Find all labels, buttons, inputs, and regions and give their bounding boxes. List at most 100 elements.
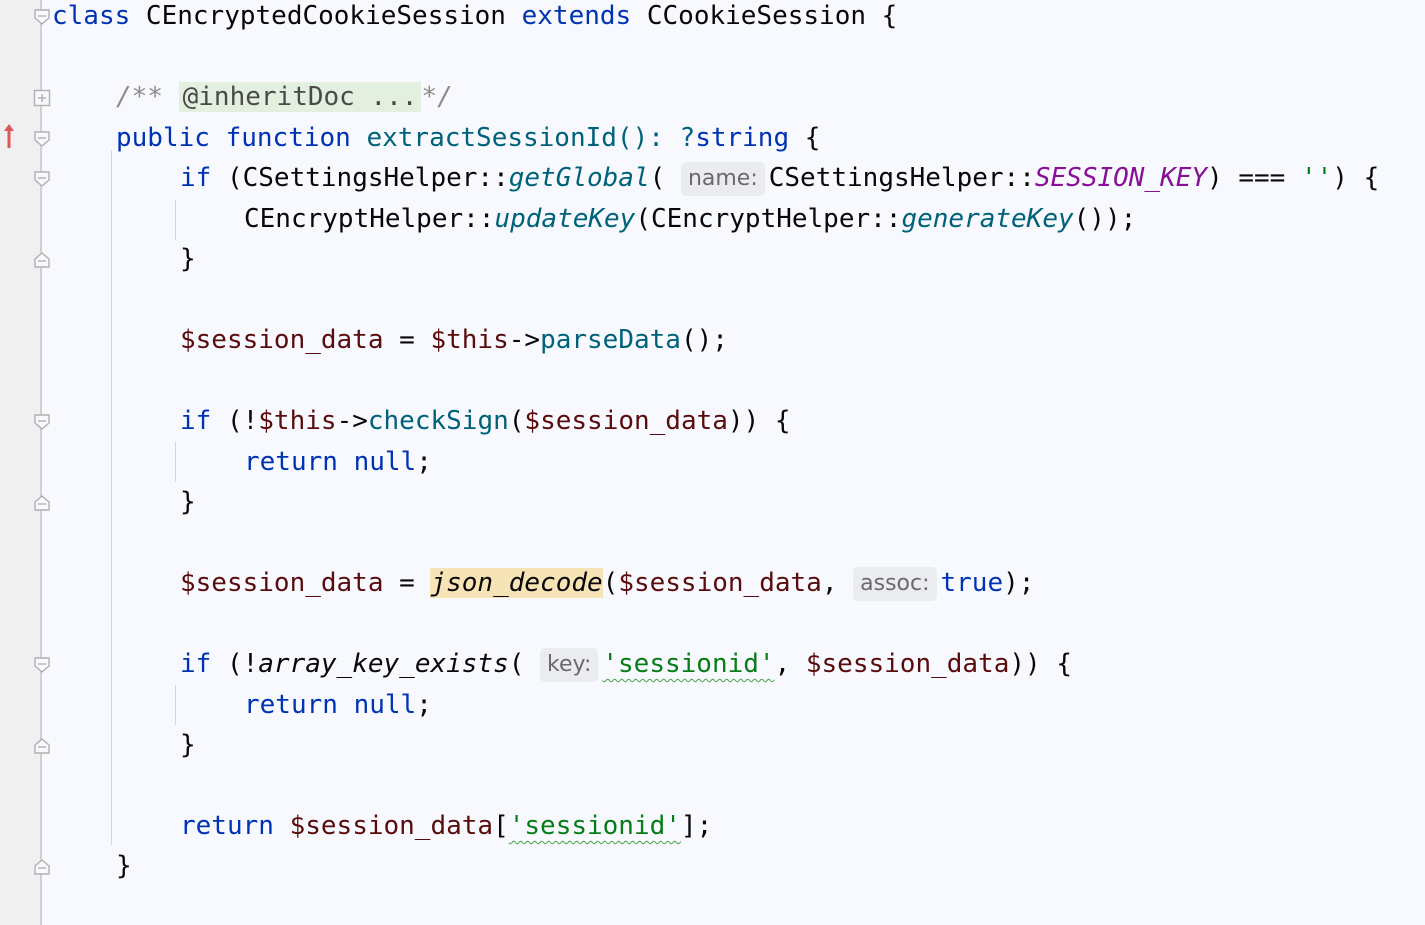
keyword: extends bbox=[521, 1, 632, 31]
brace: } bbox=[180, 730, 196, 760]
operator: -> bbox=[336, 406, 368, 436]
function-call: array_key_exists bbox=[258, 649, 509, 679]
parameter-hint: name: bbox=[680, 162, 765, 196]
code-line-17[interactable]: if (!array_key_exists( key:'sessionid', … bbox=[180, 644, 1072, 684]
fold-expand-icon[interactable] bbox=[33, 89, 51, 107]
doc-comment-tag[interactable]: @inheritDoc ... bbox=[178, 82, 422, 112]
indent-guide bbox=[175, 685, 176, 725]
parameter-hint: key: bbox=[540, 648, 599, 682]
doc-comment-open: /** bbox=[116, 82, 179, 112]
class-ref: (CSettingsHelper:: bbox=[211, 163, 509, 193]
code-line-1[interactable]: class CEncryptedCookieSession extends CC… bbox=[52, 0, 897, 36]
string-typo[interactable]: 'sessionid' bbox=[602, 649, 774, 679]
paren: ( bbox=[649, 163, 681, 193]
paren: ( bbox=[508, 406, 525, 436]
string: '' bbox=[1300, 163, 1333, 193]
fold-end-icon[interactable] bbox=[33, 737, 51, 755]
code-line-21[interactable]: return $session_data['sessionid']; bbox=[180, 806, 712, 846]
code-line-19[interactable]: } bbox=[180, 725, 196, 765]
code-line-12[interactable]: return null; bbox=[244, 442, 432, 482]
code-line-3[interactable]: /** @inheritDoc ... */ bbox=[116, 77, 453, 117]
code-line-22[interactable]: } bbox=[116, 846, 132, 886]
paren: ); bbox=[1003, 568, 1035, 598]
code-line-9[interactable]: $session_data = $this->parseData(); bbox=[180, 320, 728, 360]
static-call: getGlobal bbox=[508, 163, 650, 193]
keyword: return bbox=[244, 690, 338, 720]
indent-guide bbox=[175, 200, 176, 240]
indent-guide bbox=[111, 150, 112, 845]
variable: $session_data bbox=[180, 325, 384, 355]
static-call: generateKey bbox=[901, 204, 1074, 234]
code-line-5[interactable]: if (CSettingsHelper::getGlobal( name: CSe… bbox=[180, 158, 1379, 198]
brace: } bbox=[180, 487, 196, 517]
variable: $this bbox=[430, 325, 509, 355]
fold-collapse-icon[interactable] bbox=[33, 170, 51, 188]
class-ref: CSettingsHelper:: bbox=[768, 163, 1035, 193]
parameter-hint: assoc: bbox=[853, 567, 937, 601]
brace: ) { bbox=[1332, 163, 1380, 193]
code-line-15[interactable]: $session_data = json_decode($session_dat… bbox=[180, 563, 1034, 603]
code-line-7[interactable]: } bbox=[180, 239, 196, 279]
fold-end-icon[interactable] bbox=[33, 494, 51, 512]
comma: , bbox=[821, 568, 854, 598]
paren: (); bbox=[680, 325, 728, 355]
overridden-method-icon[interactable] bbox=[2, 122, 16, 154]
fold-collapse-icon[interactable] bbox=[33, 8, 51, 26]
keyword: null bbox=[353, 447, 417, 477]
method-call: checkSign bbox=[367, 406, 509, 436]
operator: (! bbox=[211, 406, 259, 436]
operator: -> bbox=[508, 325, 541, 355]
paren: ( bbox=[508, 649, 541, 679]
brace: )) { bbox=[1009, 649, 1072, 679]
bracket: [ bbox=[493, 811, 509, 841]
variable: $session_data bbox=[180, 568, 384, 598]
fold-collapse-icon[interactable] bbox=[33, 413, 51, 431]
method-call: parseData bbox=[540, 325, 681, 355]
class-name: CEncryptedCookieSession bbox=[130, 1, 522, 31]
variable: $session_data bbox=[289, 811, 494, 841]
class-ref: CEncryptHelper:: bbox=[244, 204, 495, 234]
semicolon: ; bbox=[416, 690, 432, 720]
fold-collapse-icon[interactable] bbox=[33, 130, 51, 148]
class-ref: (CEncryptHelper:: bbox=[635, 204, 902, 234]
fold-end-icon[interactable] bbox=[33, 858, 51, 876]
bracket: ]; bbox=[680, 811, 713, 841]
constant: SESSION_KEY bbox=[1034, 163, 1208, 193]
fold-collapse-icon[interactable] bbox=[33, 656, 51, 674]
keyword: if bbox=[180, 649, 212, 679]
operator: ) === bbox=[1207, 163, 1301, 193]
code-line-6[interactable]: CEncryptHelper::updateKey(CEncryptHelper… bbox=[244, 199, 1136, 239]
string-typo[interactable]: 'sessionid' bbox=[509, 811, 681, 841]
keyword: null bbox=[353, 690, 417, 720]
keyword: function bbox=[225, 123, 351, 153]
parent-class: CCookieSession { bbox=[631, 1, 898, 31]
code-line-11[interactable]: if (!$this->checkSign($session_data)) { bbox=[180, 401, 791, 441]
comma: , bbox=[774, 649, 806, 679]
brace: } bbox=[180, 244, 196, 274]
keyword: if bbox=[180, 406, 212, 436]
variable: $session_data bbox=[805, 649, 1010, 679]
code-line-13[interactable]: } bbox=[180, 482, 196, 522]
keyword: class bbox=[52, 1, 131, 31]
brace: } bbox=[116, 851, 132, 881]
static-call: updateKey bbox=[494, 204, 636, 234]
function-call-highlighted[interactable]: json_decode bbox=[430, 568, 603, 598]
brace: )) { bbox=[727, 406, 791, 436]
paren: ()); bbox=[1073, 204, 1137, 234]
operator: = bbox=[383, 568, 431, 598]
indent-guide bbox=[175, 442, 176, 482]
keyword: if bbox=[180, 163, 212, 193]
variable: $this bbox=[258, 406, 337, 436]
keyword: true bbox=[940, 568, 1004, 598]
keyword: return bbox=[244, 447, 338, 477]
method-name: extractSessionId(): ? bbox=[350, 123, 696, 153]
operator: (! bbox=[211, 649, 259, 679]
semicolon: ; bbox=[416, 447, 432, 477]
brace: { bbox=[789, 123, 821, 153]
code-line-18[interactable]: return null; bbox=[244, 685, 432, 725]
fold-end-icon[interactable] bbox=[33, 251, 51, 269]
keyword: public bbox=[116, 123, 210, 153]
variable: $session_data bbox=[618, 568, 822, 598]
paren: ( bbox=[602, 568, 619, 598]
code-line-4[interactable]: public function extractSessionId(): ?str… bbox=[116, 118, 820, 158]
